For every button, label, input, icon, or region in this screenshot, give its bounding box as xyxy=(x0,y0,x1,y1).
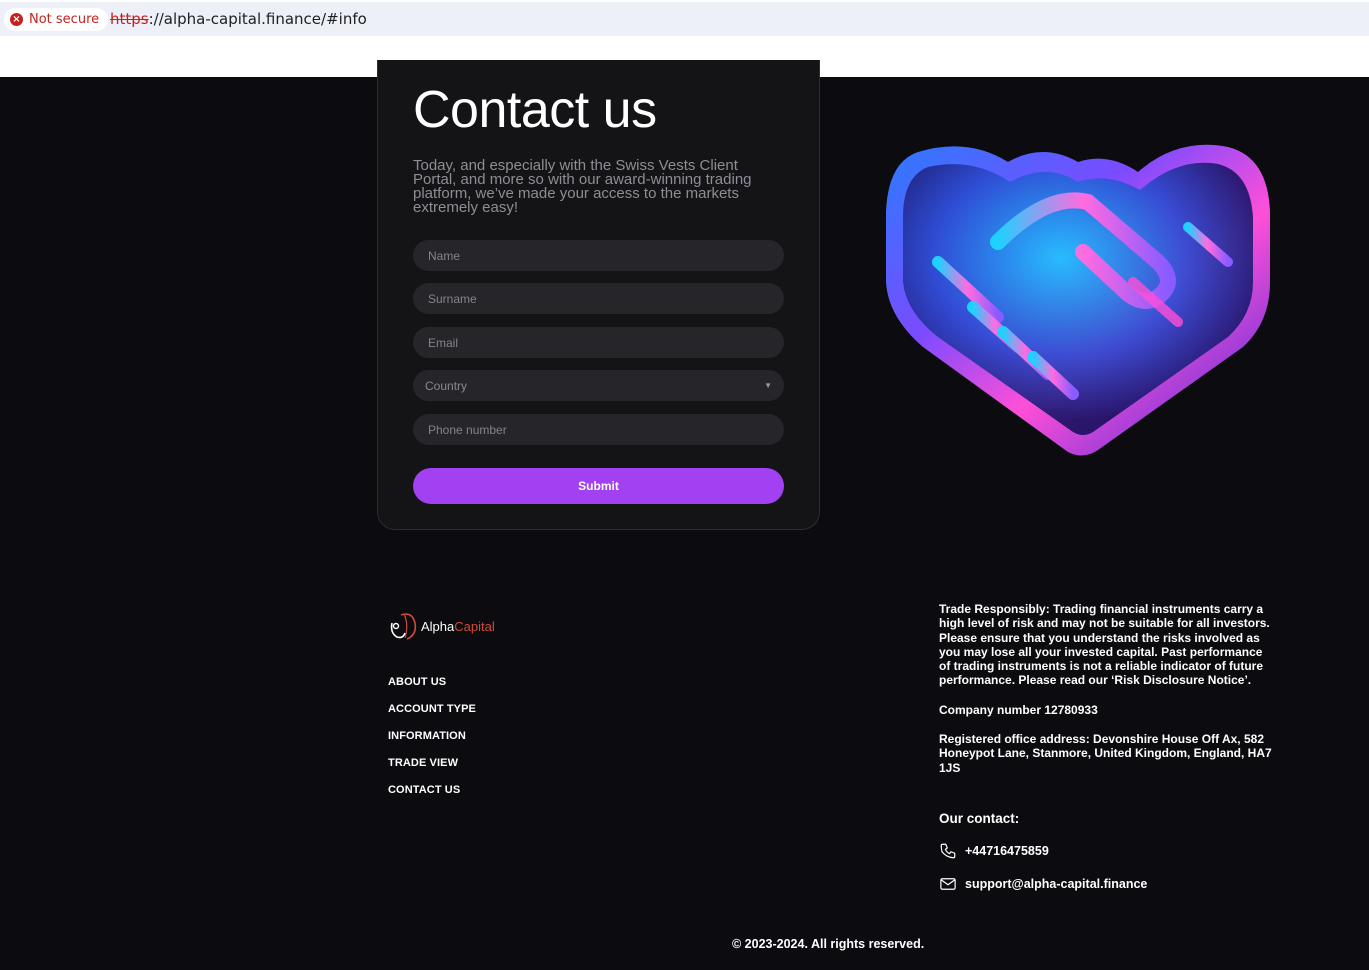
url-text[interactable]: https://alpha-capital.finance/#info xyxy=(110,10,367,28)
footer-link-trade-view[interactable]: TRADE VIEW xyxy=(388,757,476,784)
name-input[interactable] xyxy=(413,240,784,271)
submit-button[interactable]: Submit xyxy=(413,468,784,504)
page-title: Contact us xyxy=(413,81,657,139)
footer-link-contact-us[interactable]: CONTACT US xyxy=(388,784,476,811)
form-description: Today, and especially with the Swiss Ves… xyxy=(413,157,752,216)
legal-info: Trade Responsibly: Trading financial ins… xyxy=(939,602,1274,790)
url-rest: ://alpha-capital.finance/#info xyxy=(148,10,367,28)
surname-input[interactable] xyxy=(413,283,784,314)
risk-warning: Trade Responsibly: Trading financial ins… xyxy=(939,602,1270,688)
email-input[interactable] xyxy=(413,327,784,358)
country-select[interactable]: Country ▼ xyxy=(413,370,784,401)
chevron-down-icon: ▼ xyxy=(764,381,772,390)
alpha-capital-logo[interactable]: AlphaCapital xyxy=(387,611,495,641)
logo-icon xyxy=(390,613,417,640)
logo-text-capital: Capital xyxy=(454,618,495,634)
address-bar[interactable]: × Not secure https://alpha-capital.finan… xyxy=(0,2,1369,36)
phone-icon xyxy=(940,843,956,859)
phone-input[interactable] xyxy=(413,414,784,445)
contact-phone[interactable]: +44716475859 xyxy=(939,842,1049,860)
mail-icon xyxy=(940,878,956,890)
security-label: Not secure xyxy=(29,12,100,27)
url-scheme: https xyxy=(110,10,149,28)
copyright: © 2023-2024. All rights reserved. xyxy=(732,937,925,951)
contact-form-card: Contact us Today, and especially with th… xyxy=(377,60,820,530)
company-number: Company number 12780933 xyxy=(939,702,1098,717)
contact-email-address: support@alpha-capital.finance xyxy=(965,877,1148,891)
logo-text-alpha: Alpha xyxy=(421,618,455,634)
handshake-illustration xyxy=(886,144,1270,456)
contact-email[interactable]: support@alpha-capital.finance xyxy=(939,875,1147,893)
contact-heading: Our contact: xyxy=(939,811,1020,826)
footer-link-information[interactable]: INFORMATION xyxy=(388,730,476,757)
warning-icon: × xyxy=(10,13,23,26)
registered-address: Registered office address: Devonshire Ho… xyxy=(939,732,1272,775)
security-indicator[interactable]: × Not secure xyxy=(4,8,109,31)
footer-link-about-us[interactable]: ABOUT US xyxy=(388,676,476,703)
footer-nav: ABOUT US ACCOUNT TYPE INFORMATION TRADE … xyxy=(388,676,476,811)
contact-phone-number: +44716475859 xyxy=(965,844,1049,858)
country-select-value: Country xyxy=(425,378,468,393)
footer-link-account-type[interactable]: ACCOUNT TYPE xyxy=(388,703,476,730)
